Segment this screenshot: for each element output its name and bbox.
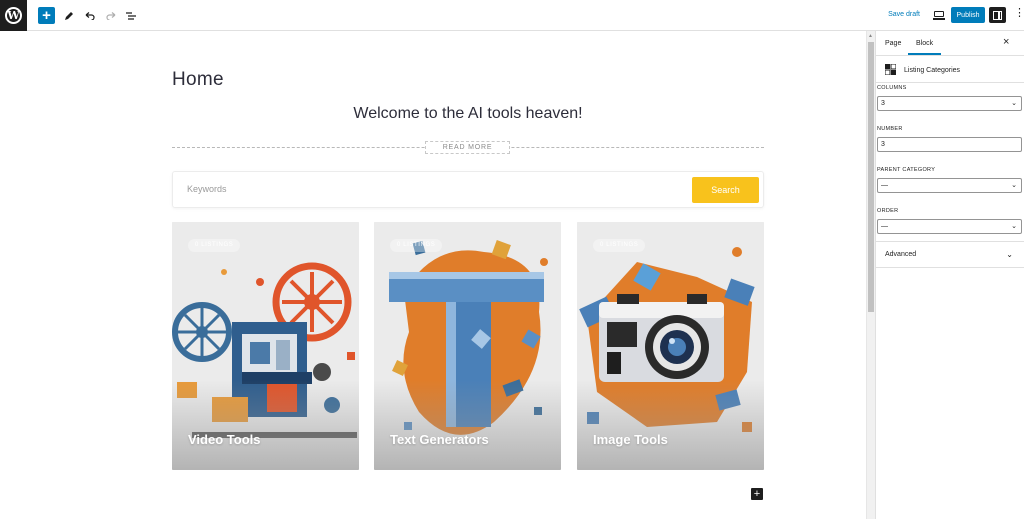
document-overview-icon[interactable] (122, 7, 139, 24)
chevron-down-icon: ⌄ (1006, 250, 1013, 259)
number-input[interactable]: 3 (877, 137, 1022, 152)
parent-category-value: — (881, 182, 888, 189)
parent-category-select[interactable]: — ⌄ (877, 178, 1022, 193)
add-block-button[interactable]: + (38, 7, 55, 24)
read-more-block[interactable]: READ MORE (425, 141, 510, 154)
settings-sidebar: Page Block × Listing Categories COLUMNS … (875, 31, 1024, 519)
settings-panel-toggle-button[interactable] (989, 7, 1006, 23)
close-sidebar-icon[interactable]: × (1003, 36, 1009, 48)
keywords-input[interactable]: Keywords (187, 184, 227, 194)
listing-search-form: Keywords Search (172, 171, 764, 208)
columns-value: 3 (881, 100, 885, 107)
number-value: 3 (881, 141, 885, 148)
tab-page[interactable]: Page (885, 40, 901, 47)
order-value: — (881, 223, 888, 230)
advanced-label: Advanced (885, 251, 917, 258)
block-card: Listing Categories (876, 56, 1024, 83)
chevron-down-icon: ⌄ (1011, 100, 1017, 107)
undo-icon[interactable] (81, 7, 98, 24)
save-draft-button[interactable]: Save draft (888, 11, 920, 18)
order-label: ORDER (877, 208, 899, 214)
parent-category-label: PARENT CATEGORY (877, 167, 936, 173)
scroll-up-arrow-icon[interactable]: ▲ (868, 33, 873, 39)
editor-top-toolbar: W + Save draft Publish ⋮ (0, 0, 1024, 31)
sidebar-tabs: Page Block × (876, 31, 1024, 56)
listing-count-badge: 0 LISTINGS (188, 239, 241, 252)
listing-count-badge: 0 LISTINGS (593, 239, 646, 252)
tools-pen-icon[interactable] (60, 7, 77, 24)
category-title: Text Generators (390, 432, 489, 447)
search-button[interactable]: Search (692, 177, 759, 203)
welcome-heading[interactable]: Welcome to the AI tools heaven! (172, 105, 764, 123)
category-title: Image Tools (593, 432, 668, 447)
listing-count-badge: 0 LISTINGS (390, 239, 443, 252)
canvas-scrollbar[interactable]: ▲ (866, 31, 875, 519)
scrollbar-thumb[interactable] (868, 42, 874, 312)
columns-select[interactable]: 3 ⌄ (877, 96, 1022, 111)
add-block-inline-icon[interactable]: + (751, 488, 763, 500)
redo-icon[interactable] (102, 7, 119, 24)
category-title: Video Tools (188, 432, 261, 447)
category-card-image-tools[interactable]: 0 LISTINGS Image Tools (577, 222, 764, 470)
active-tab-indicator (908, 53, 941, 55)
order-select[interactable]: — ⌄ (877, 219, 1022, 234)
sidebar-panel-icon (993, 10, 1002, 20)
tab-block[interactable]: Block (916, 40, 933, 47)
editor-canvas: Home Welcome to the AI tools heaven! REA… (0, 31, 866, 519)
chevron-down-icon: ⌄ (1011, 182, 1017, 189)
category-card-video-tools[interactable]: 0 LISTINGS Video Tools (172, 222, 359, 470)
publish-button[interactable]: Publish (951, 7, 985, 23)
listing-categories-block-icon (885, 64, 896, 75)
preview-desktop-icon[interactable] (933, 9, 945, 21)
category-card-text-generators[interactable]: 0 LISTINGS Text Generators (374, 222, 561, 470)
more-options-icon[interactable]: ⋮ (1014, 8, 1024, 19)
block-title: Listing Categories (904, 67, 961, 74)
chevron-down-icon: ⌄ (1011, 223, 1017, 230)
advanced-panel-toggle[interactable]: Advanced ⌄ (876, 241, 1024, 268)
number-label: NUMBER (877, 126, 903, 132)
wordpress-logo-icon[interactable]: W (0, 0, 27, 31)
page-title[interactable]: Home (172, 69, 224, 91)
columns-label: COLUMNS (877, 85, 907, 91)
